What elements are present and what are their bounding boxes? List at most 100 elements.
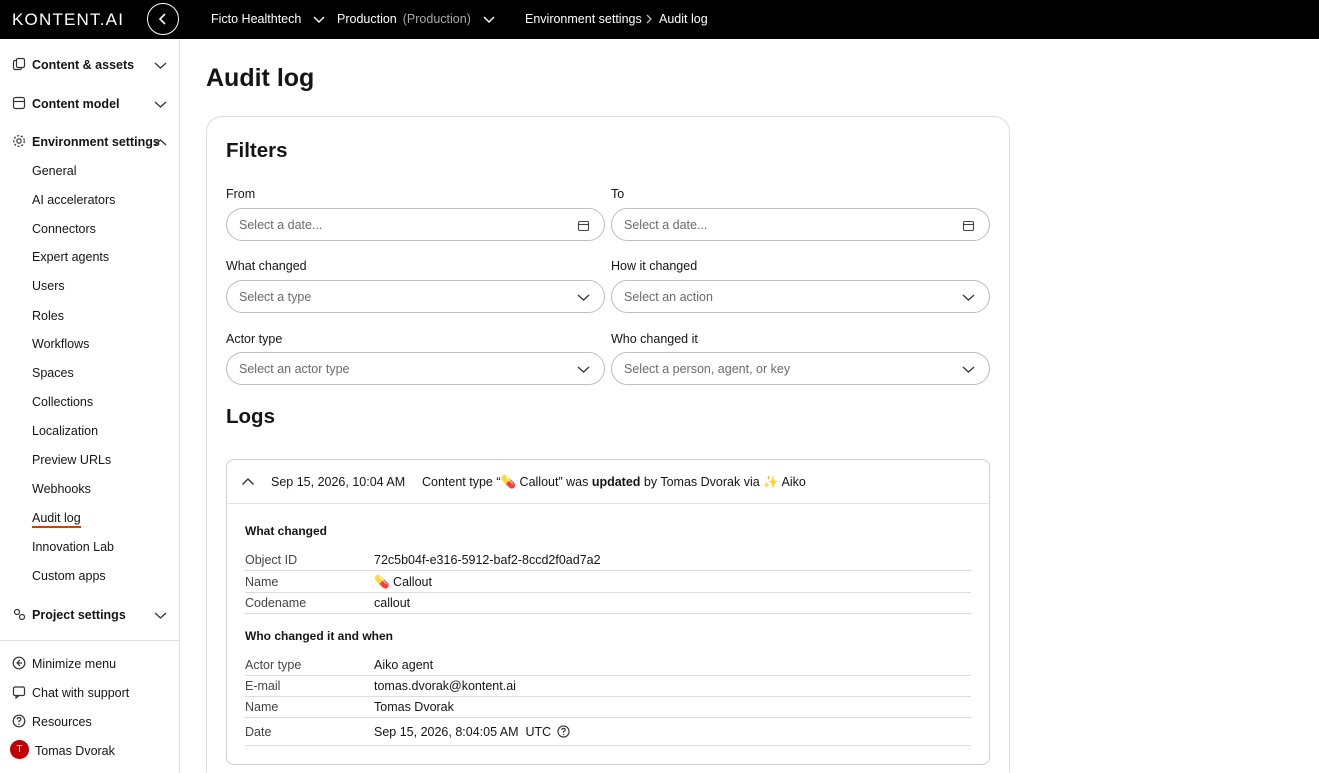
log-entry-header[interactable]: Sep 15, 2026, 10:04 AM Content type “💊 C… (227, 460, 989, 504)
log-entry-date: Sep 15, 2026, 10:04 AM (271, 475, 406, 489)
detail-value: callout (374, 596, 411, 610)
environment-suffix: (Production) (402, 12, 471, 26)
detail-value: tomas.dvorak@kontent.ai (374, 679, 516, 693)
sidebar-item-expert-agents[interactable]: Expert agents (32, 250, 109, 264)
detail-value: 72c5b04f-e316-5912-baf2-8ccd2f0ad7a2 (374, 553, 601, 567)
what-changed-placeholder: Select a type (239, 290, 312, 304)
how-changed-select[interactable]: Select an action (611, 280, 990, 313)
detail-key: E-mail (245, 679, 281, 693)
chevron-up-icon (154, 139, 167, 146)
chevron-down-icon (313, 16, 325, 23)
environment-switcher[interactable]: Production (Production) (337, 12, 495, 26)
sidebar-group-project-settings[interactable]: Project settings (0, 601, 180, 629)
to-label: To (611, 187, 625, 201)
chevron-down-icon (962, 294, 975, 301)
detail-value: 💊 Callout (374, 575, 432, 589)
sidebar-item-users[interactable]: Users (32, 279, 65, 293)
project-settings-icon (13, 608, 26, 621)
sidebar-item-audit-log[interactable]: Audit log (32, 511, 81, 528)
detail-value: Sep 15, 2026, 8:04:05 AM UTC (374, 725, 570, 739)
project-switcher[interactable]: Ficto Healthtech (211, 12, 325, 26)
resources-label: Resources (32, 715, 92, 729)
sidebar-item-webhooks[interactable]: Webhooks (32, 482, 91, 496)
back-button[interactable] (147, 3, 179, 35)
detail-key: Name (245, 575, 279, 589)
detail-row-user-name: Name Tomas Dvorak (245, 697, 971, 718)
chat-support-label: Chat with support (32, 686, 130, 700)
detail-key: Object ID (245, 553, 298, 567)
sidebar-group-environment-settings[interactable]: Environment settings (0, 128, 180, 156)
detail-key: Codename (245, 596, 307, 610)
filters-heading: Filters (226, 139, 288, 162)
calendar-icon (577, 220, 590, 232)
sidebar-item-preview-urls[interactable]: Preview URLs (32, 453, 111, 467)
resources-button[interactable]: Resources (0, 710, 180, 734)
who-changed-select[interactable]: Select a person, agent, or key (611, 352, 990, 385)
sidebar-group-label: Content model (32, 97, 120, 111)
detail-row-email: E-mail tomas.dvorak@kontent.ai (245, 676, 971, 697)
detail-key: Name (245, 700, 279, 714)
detail-key: Date (245, 725, 272, 739)
sidebar-item-workflows[interactable]: Workflows (32, 337, 89, 351)
chevron-down-icon (577, 366, 590, 373)
top-bar: KONTENT.AI Ficto Healthtech Production (… (0, 0, 1319, 39)
sidebar-group-label: Content & assets (32, 58, 135, 72)
detail-row-object-id: Object ID 72c5b04f-e316-5912-baf2-8ccd2f… (245, 550, 971, 571)
sidebar-item-ai-accelerators[interactable]: AI accelerators (32, 193, 115, 207)
calendar-icon (962, 220, 975, 232)
actor-type-select[interactable]: Select an actor type (226, 352, 605, 385)
chevron-down-icon (962, 366, 975, 373)
sidebar-item-custom-apps[interactable]: Custom apps (32, 569, 106, 583)
chevron-left-icon (158, 13, 166, 25)
how-changed-placeholder: Select an action (624, 290, 713, 304)
sidebar-item-collections[interactable]: Collections (32, 395, 93, 409)
minimize-menu-label: Minimize menu (32, 657, 117, 671)
sidebar-item-general[interactable]: General (32, 164, 76, 178)
sidebar-group-label: Environment settings (32, 135, 160, 149)
chevron-up-icon[interactable] (241, 475, 255, 489)
who-changed-section-title: Who changed it and when (245, 629, 393, 643)
date-value: Sep 15, 2026, 8:04:05 AM UTC (374, 725, 552, 739)
sidebar-group-content-assets[interactable]: Content & assets (0, 51, 180, 79)
to-date-input[interactable]: Select a date... (611, 208, 990, 241)
sidebar: Content & assets Content model Environme… (0, 39, 180, 773)
content-icon (12, 57, 26, 71)
sidebar-item-roles[interactable]: Roles (32, 309, 64, 323)
gear-icon (13, 135, 25, 147)
chat-support-button[interactable]: Chat with support (0, 681, 180, 705)
chat-icon (12, 686, 26, 699)
actor-type-label: Actor type (226, 332, 283, 346)
chevron-down-icon (154, 101, 167, 108)
minimize-menu-button[interactable]: Minimize menu (0, 652, 180, 676)
avatar: T (10, 740, 29, 759)
user-profile-button[interactable]: T Tomas Dvorak (0, 739, 180, 763)
log-entry-summary: Content type “💊 Callout” was updated by … (422, 475, 806, 490)
breadcrumb-audit-log: Audit log (659, 12, 708, 26)
chevron-right-icon (646, 14, 652, 24)
user-name: Tomas Dvorak (35, 744, 115, 758)
summary-action: updated (591, 475, 641, 489)
breadcrumb-environment-settings[interactable]: Environment settings (525, 12, 642, 26)
sidebar-item-innovation-lab[interactable]: Innovation Lab (32, 540, 114, 554)
who-changed-label: Who changed it (611, 332, 698, 346)
what-changed-label: What changed (226, 259, 307, 273)
help-icon[interactable] (557, 725, 570, 738)
chevron-down-icon (483, 16, 495, 23)
sidebar-item-spaces[interactable]: Spaces (32, 366, 74, 380)
from-label: From (226, 187, 256, 201)
kontent-logo[interactable]: KONTENT.AI (12, 10, 124, 30)
chevron-down-icon (577, 294, 590, 301)
from-date-input[interactable]: Select a date... (226, 208, 605, 241)
what-changed-section-title: What changed (245, 524, 328, 538)
logs-heading: Logs (226, 405, 275, 428)
sidebar-divider (0, 640, 180, 641)
sidebar-item-localization[interactable]: Localization (32, 424, 98, 438)
sidebar-item-connectors[interactable]: Connectors (32, 222, 96, 236)
sidebar-group-content-model[interactable]: Content model (0, 90, 180, 118)
to-date-placeholder: Select a date... (624, 218, 708, 232)
help-icon (12, 714, 26, 728)
what-changed-select[interactable]: Select a type (226, 280, 605, 313)
breadcrumb-parent-label: Environment settings (525, 12, 642, 26)
chevron-down-icon (154, 62, 167, 69)
chevron-down-icon (154, 612, 167, 619)
